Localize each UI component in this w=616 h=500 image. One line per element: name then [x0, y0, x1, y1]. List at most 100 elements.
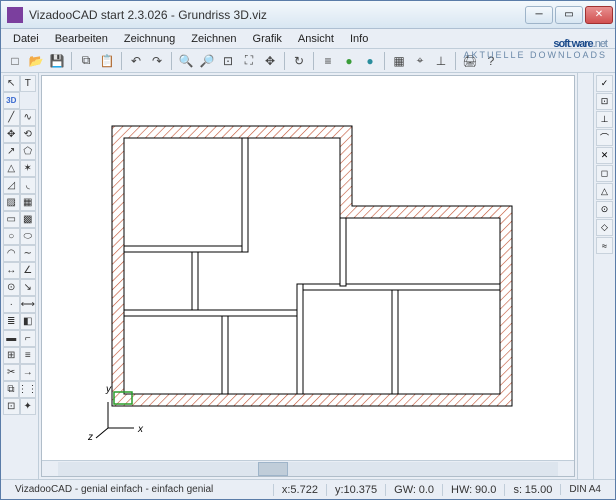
- midpoint-icon[interactable]: △: [596, 183, 613, 200]
- app-window: VizadooCAD start 2.3.026 - Grundriss 3D.…: [0, 0, 616, 500]
- group-tool[interactable]: ⊡: [3, 398, 20, 415]
- layer-tool[interactable]: ≣: [3, 313, 20, 330]
- redo-icon[interactable]: ↷: [147, 51, 167, 71]
- zoom-out-icon[interactable]: 🔎: [197, 51, 217, 71]
- dim-linear-tool[interactable]: ↔: [3, 262, 20, 279]
- rotate-tool[interactable]: ⟲: [20, 126, 37, 143]
- menu-grafik[interactable]: Grafik: [245, 31, 290, 47]
- statusbar: VizadooCAD - genial einfach - einfach ge…: [1, 479, 615, 499]
- open-file-icon[interactable]: 📂: [26, 51, 46, 71]
- watermark-brand-a: soft: [553, 38, 569, 50]
- status-s: s: 15.00: [504, 484, 560, 496]
- quad-icon[interactable]: ◇: [596, 219, 613, 236]
- star-tool[interactable]: ✶: [20, 160, 37, 177]
- hscroll-thumb[interactable]: [258, 462, 288, 476]
- point-tool[interactable]: ·: [3, 296, 20, 313]
- vertical-scrollbar[interactable]: [577, 73, 593, 479]
- trim-tool[interactable]: ✂: [3, 364, 20, 381]
- menu-ansicht[interactable]: Ansicht: [290, 31, 342, 47]
- dim-radius-tool[interactable]: ⊙: [3, 279, 20, 296]
- text-tool[interactable]: T: [20, 75, 37, 92]
- axis-x-label: x: [138, 424, 143, 435]
- array-tool[interactable]: ⋮⋮: [19, 381, 36, 398]
- color-swatch-teal[interactable]: ●: [360, 51, 380, 71]
- right-toolbox: ✓⊡⊥⌒✕◻△⊙◇≈: [593, 73, 615, 479]
- 3d-toggle[interactable]: 3D: [3, 92, 20, 109]
- color-tool[interactable]: ◧: [20, 313, 37, 330]
- leader-tool[interactable]: ↘: [20, 279, 37, 296]
- new-file-icon[interactable]: □: [5, 51, 25, 71]
- help-icon[interactable]: ?: [481, 51, 501, 71]
- check-icon[interactable]: ✓: [596, 75, 613, 92]
- triangle-tool[interactable]: △: [3, 160, 20, 177]
- axis-y-label: y: [106, 384, 111, 395]
- grid-tool[interactable]: ▦: [20, 194, 37, 211]
- redraw-icon[interactable]: ↻: [289, 51, 309, 71]
- grid-toggle-icon[interactable]: ▦: [389, 51, 409, 71]
- status-hw: HW: 90.0: [442, 484, 504, 496]
- door-tool[interactable]: ⌐: [20, 330, 37, 347]
- menu-datei[interactable]: Datei: [5, 31, 47, 47]
- wall-tool[interactable]: ▬: [3, 330, 20, 347]
- arrow-tool[interactable]: ↗: [3, 143, 20, 160]
- menu-zeichnen[interactable]: Zeichnen: [183, 31, 244, 47]
- color-swatch-green[interactable]: ●: [339, 51, 359, 71]
- center-icon[interactable]: ⊙: [596, 201, 613, 218]
- ellipse-tool[interactable]: ⬭: [20, 228, 37, 245]
- rect-tool[interactable]: ▭: [3, 211, 20, 228]
- zoom-window-icon[interactable]: ⊡: [218, 51, 238, 71]
- hatch-rect-tool[interactable]: ▩: [20, 211, 37, 228]
- save-icon[interactable]: 💾: [47, 51, 67, 71]
- copy-icon[interactable]: ⧉: [76, 51, 96, 71]
- menu-bearbeiten[interactable]: Bearbeiten: [47, 31, 116, 47]
- node-edit-icon[interactable]: ⊡: [596, 93, 613, 110]
- print-icon[interactable]: 🖨: [460, 51, 480, 71]
- layer-icon[interactable]: ≡: [318, 51, 338, 71]
- app-icon: [7, 7, 23, 23]
- spline-tool[interactable]: ∼: [20, 245, 37, 262]
- zoom-in-icon[interactable]: 🔍: [176, 51, 196, 71]
- line-tool[interactable]: ╱: [3, 109, 20, 126]
- pointer-tool[interactable]: ↖: [3, 75, 20, 92]
- undo-icon[interactable]: ↶: [126, 51, 146, 71]
- menu-info[interactable]: Info: [342, 31, 376, 47]
- horizontal-scrollbar[interactable]: [42, 460, 574, 476]
- drawing-canvas[interactable]: y x z: [42, 76, 574, 460]
- work-area: ↖T3D╱∿✥⟲↗⬠△✶◿◟▨▦▭▩○⬭◠∼↔∠⊙↘·⟷≣◧▬⌐⊞≡✂→⧉⋮⋮⊡…: [1, 73, 615, 479]
- tangent-icon[interactable]: ⌒: [596, 129, 613, 146]
- perpend-icon[interactable]: ⊥: [596, 111, 613, 128]
- maximize-button[interactable]: ▭: [555, 6, 583, 24]
- fillet-tool[interactable]: ◟: [20, 177, 37, 194]
- paste-icon[interactable]: 📋: [97, 51, 117, 71]
- dim-angle-tool[interactable]: ∠: [20, 262, 37, 279]
- measure-tool[interactable]: ⟷: [20, 296, 37, 313]
- stairs-tool[interactable]: ≡: [20, 347, 37, 364]
- arc-tool[interactable]: ◠: [3, 245, 20, 262]
- watermark-colon: :: [570, 38, 572, 50]
- near-icon[interactable]: ≈: [596, 237, 613, 254]
- zoom-fit-icon[interactable]: ⛶: [239, 51, 259, 71]
- axis-z-label: z: [88, 432, 93, 443]
- extend-tool[interactable]: →: [20, 364, 37, 381]
- circle-tool[interactable]: ○: [3, 228, 20, 245]
- status-paper: DIN A4: [560, 484, 609, 495]
- status-tagline: VizadooCAD - genial einfach - einfach ge…: [7, 484, 273, 495]
- move-tool[interactable]: ✥: [3, 126, 20, 143]
- minimize-button[interactable]: ─: [525, 6, 553, 24]
- window-tool[interactable]: ⊞: [3, 347, 20, 364]
- menu-zeichnung[interactable]: Zeichnung: [116, 31, 183, 47]
- status-y: y:10.375: [326, 484, 385, 496]
- close-button[interactable]: ✕: [585, 6, 613, 24]
- intersect-icon[interactable]: ✕: [596, 147, 613, 164]
- polyline-tool[interactable]: ∿: [20, 109, 37, 126]
- snap-icon[interactable]: ⌖: [410, 51, 430, 71]
- titlebar: VizadooCAD start 2.3.026 - Grundriss 3D.…: [1, 1, 615, 29]
- window-title: VizadooCAD start 2.3.026 - Grundriss 3D.…: [29, 8, 525, 22]
- pan-icon[interactable]: ✥: [260, 51, 280, 71]
- chamfer-tool[interactable]: ◿: [3, 177, 20, 194]
- ortho-icon[interactable]: ⊥: [431, 51, 451, 71]
- hatch-tool[interactable]: ▨: [3, 194, 20, 211]
- explode-tool[interactable]: ✦: [20, 398, 37, 415]
- polygon-tool[interactable]: ⬠: [20, 143, 37, 160]
- endpoint-icon[interactable]: ◻: [596, 165, 613, 182]
